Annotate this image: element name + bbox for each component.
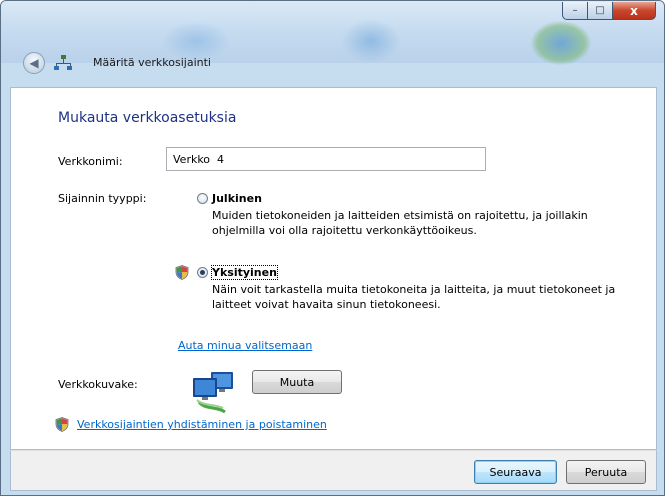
merge-locations-link[interactable]: Verkkosijaintien yhdistäminen ja poistam… <box>77 418 327 431</box>
network-icon-label: Verkkokuvake: <box>58 378 138 391</box>
title-decoration <box>531 21 591 65</box>
location-type-label: Sijainnin tyyppi: <box>58 192 147 205</box>
close-button[interactable]: x <box>613 2 656 20</box>
shield-icon <box>55 417 69 432</box>
network-name-label: Verkkonimi: <box>58 155 123 168</box>
next-button[interactable]: Seuraava <box>474 460 557 484</box>
shield-icon <box>175 265 189 280</box>
help-link[interactable]: Auta minua valitsemaan <box>178 339 312 352</box>
change-icon-button[interactable]: Muuta <box>252 370 342 394</box>
private-option-description: Näin voit tarkastella muita tietokoneita… <box>212 283 616 311</box>
cancel-button[interactable]: Peruuta <box>566 460 646 484</box>
private-option-title: Yksityinen <box>211 265 278 280</box>
content-panel: Mukauta verkkoasetuksia Verkkonimi: Sija… <box>10 87 657 450</box>
wizard-window: – □ x ◀ Määritä verkkosijainti Mukauta v… <box>0 0 665 496</box>
back-arrow-icon: ◀ <box>29 56 39 70</box>
title-decoration <box>341 19 401 63</box>
page-heading: Mukauta verkkoasetuksia <box>58 110 237 126</box>
network-name-input[interactable] <box>166 147 486 171</box>
minimize-button[interactable]: – <box>562 2 588 20</box>
title-decoration <box>161 21 231 61</box>
window-title: Määritä verkkosijainti <box>93 56 211 69</box>
public-option-description: Muiden tietokoneiden ja laitteiden etsim… <box>212 209 588 237</box>
maximize-button[interactable]: □ <box>588 2 613 20</box>
back-button[interactable]: ◀ <box>23 52 45 74</box>
public-option-title: Julkinen <box>212 192 262 205</box>
public-radio[interactable] <box>197 193 208 204</box>
footer-bar: Seuraava Peruuta <box>10 450 657 491</box>
network-icon <box>54 55 72 70</box>
private-radio[interactable] <box>197 267 208 278</box>
network-computers-icon <box>193 372 233 414</box>
caption-buttons: – □ x <box>562 2 656 20</box>
